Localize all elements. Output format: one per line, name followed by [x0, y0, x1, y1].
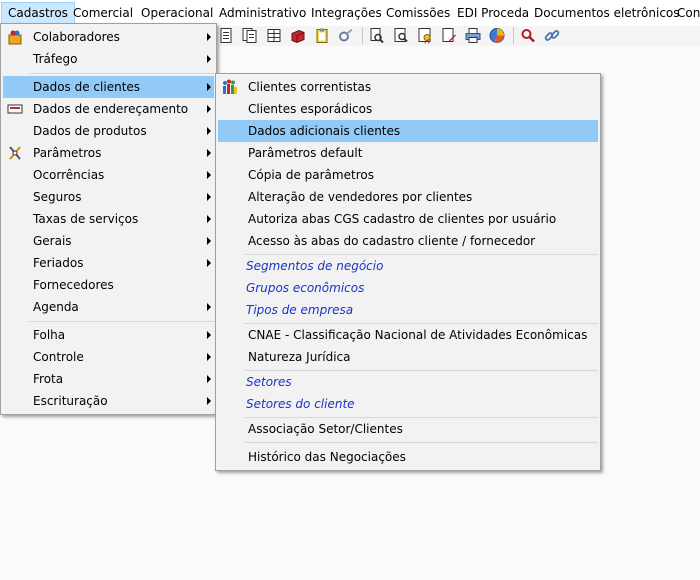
menu-comercial[interactable]: Comercial: [67, 2, 139, 24]
book-icon[interactable]: [290, 27, 306, 44]
menu-item-agenda[interactable]: Agenda: [3, 296, 214, 318]
menu-cadastros[interactable]: Cadastros: [1, 2, 75, 24]
menu-item-frota[interactable]: Frota: [3, 368, 214, 390]
menu-item-colaboradores[interactable]: Colaboradores: [3, 26, 214, 48]
menu-item-dados-de-enderecamento[interactable]: Dados de endereçamento: [3, 98, 214, 120]
submenu-item-cnae[interactable]: CNAE - Classificação Nacional de Ativida…: [218, 324, 598, 346]
menu-documentos-eletronicos[interactable]: Documentos eletrônicos: [528, 2, 686, 24]
menu-item-gerais[interactable]: Gerais: [3, 230, 214, 252]
menu-item-ocorrencias[interactable]: Ocorrências: [3, 164, 214, 186]
menu-item-seguros[interactable]: Seguros: [3, 186, 214, 208]
search-icon[interactable]: [520, 27, 536, 44]
menu-item-taxas-de-servicos[interactable]: Taxas de serviços: [3, 208, 214, 230]
submenu-item-clientes-correntistas[interactable]: Clientes correntistas: [218, 76, 598, 98]
menu-item-dados-de-clientes[interactable]: Dados de clientes: [3, 76, 214, 98]
menu-item-trafego[interactable]: Tráfego: [3, 48, 214, 70]
colaboradores-icon: [8, 30, 22, 45]
menu-separator: [29, 73, 214, 74]
toolbar-separator: [362, 27, 363, 44]
submenu-item-alteracao-vendedores[interactable]: Alteração de vendedores por clientes: [218, 186, 598, 208]
documents-icon[interactable]: [242, 27, 258, 44]
submenu-item-copia-de-parametros[interactable]: Cópia de parâmetros: [218, 164, 598, 186]
submenu-item-autoriza-abas-cgs[interactable]: Autoriza abas CGS cadastro de clientes p…: [218, 208, 598, 230]
menu-item-controle[interactable]: Controle: [3, 346, 214, 368]
menu-comissoes[interactable]: Comissões: [380, 2, 456, 24]
submenu-item-tipos-de-empresa[interactable]: Tipos de empresa: [218, 299, 598, 321]
menu-item-feriados[interactable]: Feriados: [3, 252, 214, 274]
submenu-item-grupos-economicos[interactable]: Grupos econômicos: [218, 277, 598, 299]
parametros-icon: [9, 146, 21, 160]
document-search-icon[interactable]: [393, 27, 409, 44]
submenu-item-dados-adicionais-clientes[interactable]: Dados adicionais clientes: [218, 120, 598, 142]
menu-cont[interactable]: Cont: [671, 2, 700, 24]
menu-item-fornecedores[interactable]: Fornecedores: [3, 274, 214, 296]
submenu-item-acesso-abas-cadastro[interactable]: Acesso às abas do cadastro cliente / for…: [218, 230, 598, 252]
document-icon[interactable]: [218, 27, 234, 44]
menu-integracoes[interactable]: Integrações: [305, 2, 388, 24]
submenu-item-setores-do-cliente[interactable]: Setores do cliente: [218, 393, 598, 415]
submenu-item-parametros-default[interactable]: Parâmetros default: [218, 142, 598, 164]
menu-item-dados-de-produtos[interactable]: Dados de produtos: [3, 120, 214, 142]
cadastros-menu: Colaboradores Tráfego Dados de clientes …: [0, 23, 217, 415]
tool-icon[interactable]: [338, 27, 354, 44]
menu-edi-proceda[interactable]: EDI Proceda: [451, 2, 535, 24]
submenu-item-setores[interactable]: Setores: [218, 371, 598, 393]
printer-icon[interactable]: [465, 27, 481, 44]
menu-item-folha[interactable]: Folha: [3, 324, 214, 346]
table-icon[interactable]: [266, 27, 282, 44]
endereco-icon: [7, 104, 23, 114]
link-icon[interactable]: [544, 27, 560, 44]
document-edit-icon[interactable]: [441, 27, 457, 44]
toolbar-separator: [513, 27, 514, 44]
menu-separator: [29, 321, 214, 322]
submenu-item-segmentos-de-negocio[interactable]: Segmentos de negócio: [218, 255, 598, 277]
certificate-icon[interactable]: [417, 27, 433, 44]
toolbar: [214, 26, 700, 46]
clientes-correntistas-icon: [223, 79, 237, 94]
menu-separator: [244, 442, 598, 443]
menu-item-parametros[interactable]: Parâmetros: [3, 142, 214, 164]
menu-administrativo[interactable]: Administrativo: [213, 2, 312, 24]
submenu-item-historico-negociacoes[interactable]: Histórico das Negociações: [218, 446, 598, 468]
submenu-item-clientes-esporadicos[interactable]: Clientes esporádicos: [218, 98, 598, 120]
dados-de-clientes-submenu: Clientes correntistas Clientes esporádic…: [215, 73, 601, 471]
clipboard-icon[interactable]: [314, 27, 330, 44]
menu-operacional[interactable]: Operacional: [135, 2, 219, 24]
print-preview-icon[interactable]: [369, 27, 385, 44]
menu-item-escrituracao[interactable]: Escrituração: [3, 390, 214, 412]
pie-chart-icon[interactable]: [489, 27, 505, 44]
submenu-item-associacao-setor-clientes[interactable]: Associação Setor/Clientes: [218, 418, 598, 440]
submenu-item-natureza-juridica[interactable]: Natureza Jurídica: [218, 346, 598, 368]
